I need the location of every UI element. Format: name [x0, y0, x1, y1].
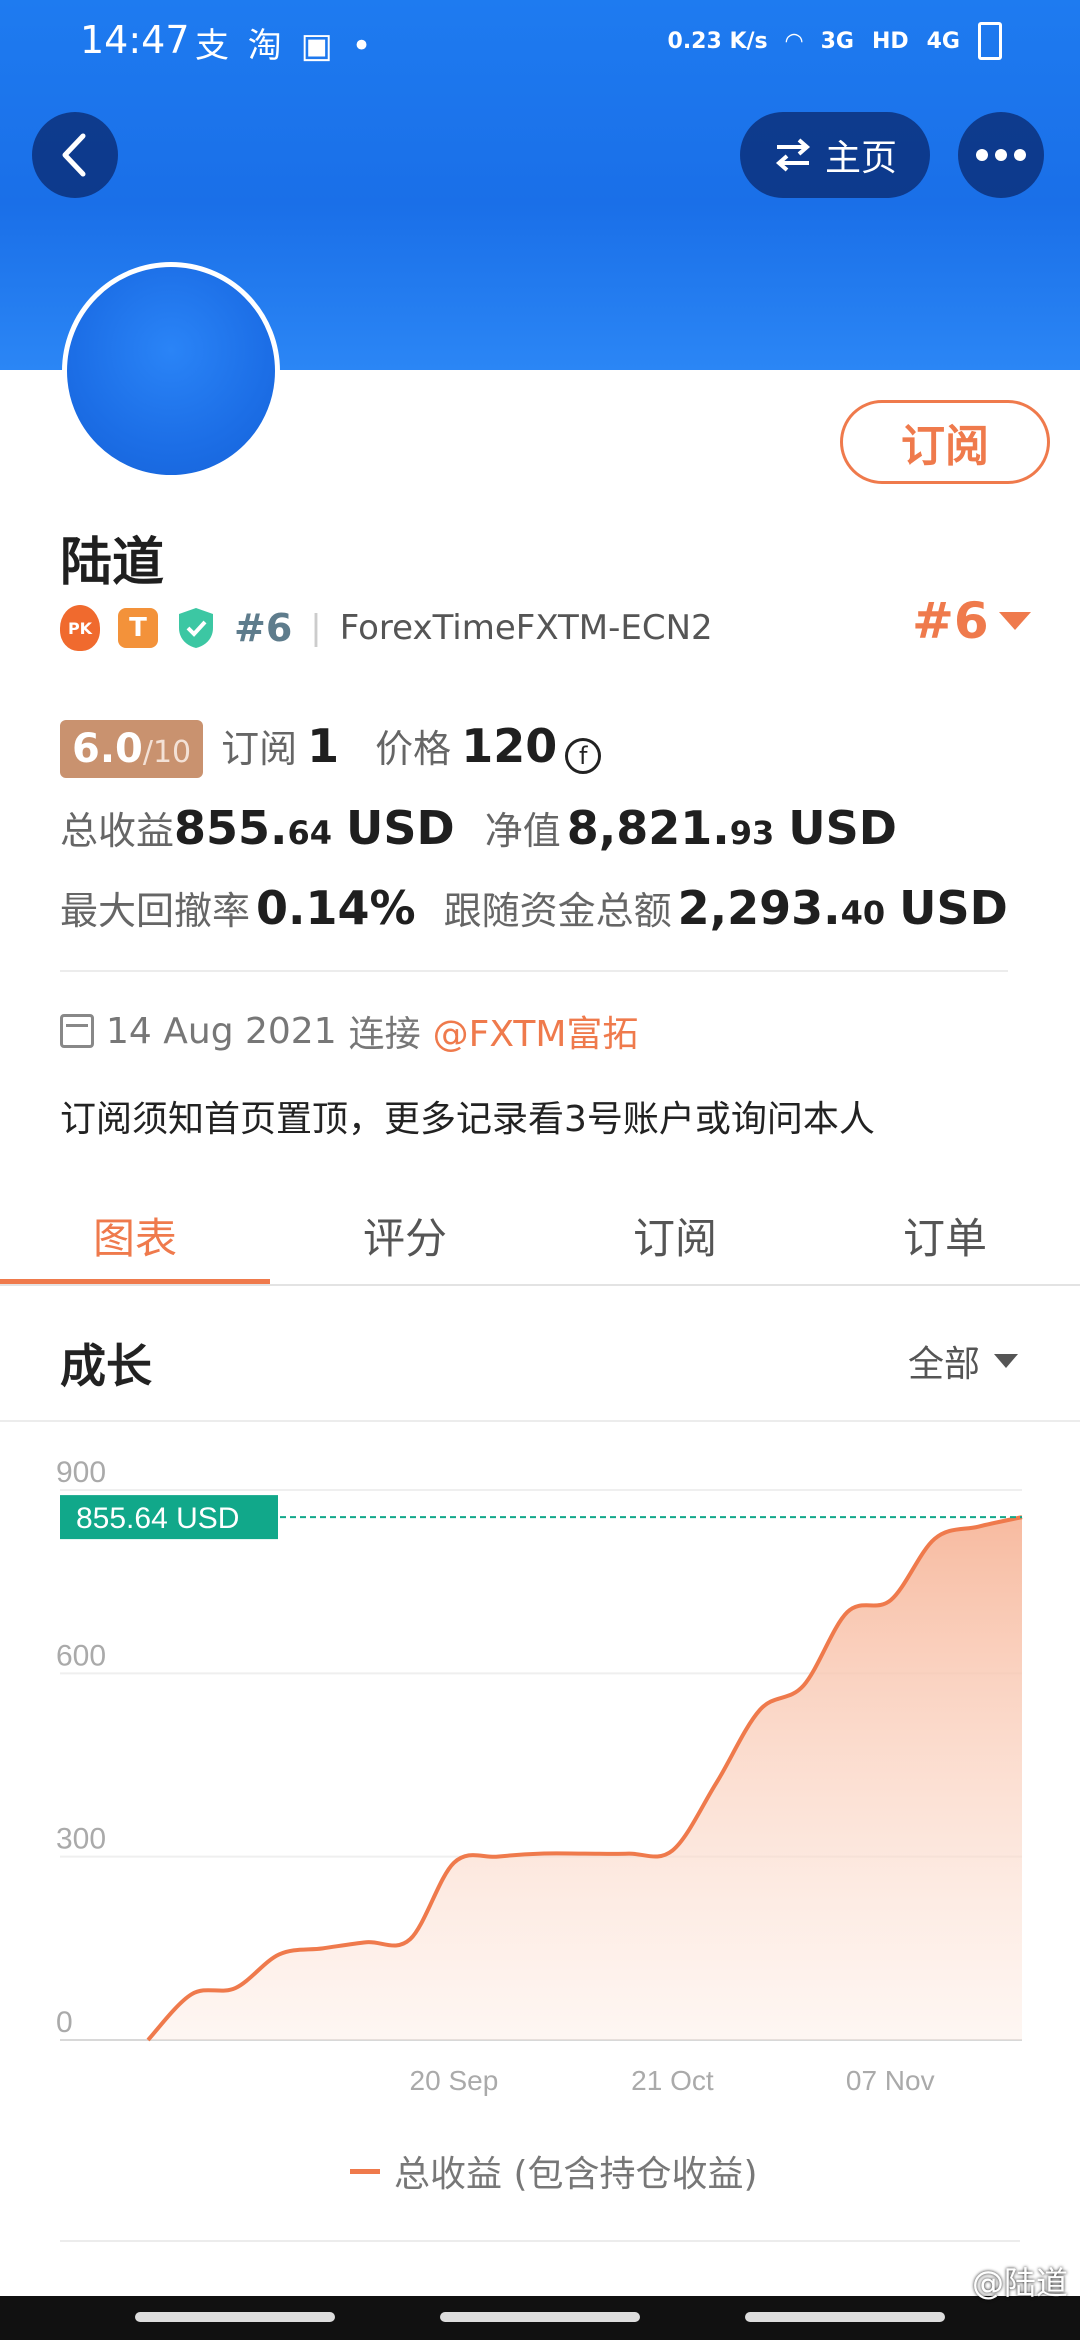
subs-value: 1 [307, 719, 340, 773]
drawdown-value: 0.14% [256, 881, 416, 935]
subscription-notice: 订阅须知首页置顶，更多记录看3号账户或询问本人 [60, 1099, 875, 1140]
x-tick-label: 20 Sep [410, 2065, 499, 2096]
follow-unit: USD [899, 881, 1008, 935]
rank-small: #6 [234, 606, 293, 650]
y-tick-label: 0 [56, 2006, 73, 2039]
network-3g: 3G [820, 28, 854, 54]
score-max: /10 [142, 735, 192, 770]
tab-bar: 图表 评分 订阅 订单 [0, 1185, 1080, 1285]
rank-big: #6 [912, 592, 989, 650]
stats-row-3: 最大回撤率 0.14% 跟随资金总额 2,293. 40 USD [60, 880, 1008, 935]
subs-label: 订阅 [221, 727, 298, 771]
x-tick-label: 07 Nov [846, 2065, 935, 2096]
price-value: 120 [461, 719, 558, 773]
pk-flame-icon[interactable]: PK [60, 605, 100, 651]
connect-text: 连接 [348, 1014, 421, 1055]
total-profit-label: 总收益 [60, 809, 175, 853]
equity-label: 净值 [484, 809, 561, 853]
home-button-label: 主页 [824, 138, 897, 179]
range-select[interactable]: 全部 [908, 1335, 1019, 1387]
status-app-icons: 支 淘 ▣ • [195, 26, 376, 66]
status-bar: 14:47 支 淘 ▣ • 0.23 K/s ◠ 3G HD 4G [0, 0, 1080, 80]
nav-indicator-center[interactable] [440, 2312, 640, 2322]
drawdown-label: 最大回撤率 [60, 889, 251, 933]
calendar-icon [60, 1014, 94, 1048]
separator: | [310, 608, 322, 648]
legend-divider [60, 2240, 1020, 2242]
stats-row-2: 总收益 855. 64 USD 净值 8,821. 93 USD [60, 800, 897, 855]
home-button[interactable]: 主页 [740, 112, 930, 198]
total-profit-dec: 64 [287, 814, 333, 852]
total-profit-int: 855. [174, 801, 288, 855]
equity-dec: 93 [729, 814, 775, 852]
y-tick-label: 300 [56, 1823, 106, 1856]
broker-name: ForexTimeFXTM-ECN2 [339, 608, 713, 648]
tabs-divider [0, 1284, 1080, 1286]
tab-orders[interactable]: 订单 [810, 1185, 1080, 1285]
nav-indicator-right[interactable] [745, 2312, 945, 2322]
battery-icon [978, 22, 1002, 60]
follow-dec: 40 [840, 894, 886, 932]
chart-legend: 总收益 (包含持仓收益) [350, 2145, 758, 2197]
connect-date: 14 Aug 2021 [106, 1010, 337, 1052]
growth-area [148, 1517, 1022, 2040]
more-icon [976, 149, 1026, 161]
rank-dropdown[interactable]: #6 [912, 592, 1031, 650]
equity-int: 8,821. [566, 801, 730, 855]
tab-chart[interactable]: 图表 [0, 1185, 270, 1285]
subscribe-button[interactable]: 订阅 [840, 400, 1050, 484]
network-4g: 4G [926, 28, 960, 54]
wifi-icon: ◠ [785, 28, 803, 54]
divider [60, 970, 1008, 972]
hd-icon: HD [871, 28, 909, 54]
current-value-label: 855.64 USD [76, 1502, 239, 1535]
growth-chart[interactable]: 855.64 USD 0 300 600 900 20 Sep 21 Oct 07 Nov [0, 1440, 1080, 2140]
equity-unit: USD [788, 801, 897, 855]
legend-label: 总收益 (包含持仓收益) [394, 2154, 758, 2195]
tab-rating[interactable]: 评分 [270, 1185, 540, 1285]
back-button[interactable] [32, 112, 118, 198]
network-speed: 0.23 K/s [667, 28, 768, 54]
legend-swatch [350, 2168, 380, 2174]
section-divider [0, 1420, 1080, 1422]
caret-down-icon [998, 612, 1031, 630]
broker-link[interactable]: @FXTM富拓 [433, 1005, 639, 1057]
shield-check-icon[interactable] [176, 606, 216, 650]
section-title: 成长 [60, 1339, 152, 1393]
score-value: 6.0 [72, 726, 143, 772]
user-name: 陆道 [60, 533, 165, 593]
total-profit-unit: USD [346, 801, 455, 855]
status-indicators: 0.23 K/s ◠ 3G HD 4G [668, 22, 1002, 60]
x-tick-label: 21 Oct [631, 2065, 714, 2096]
caret-down-icon [994, 1354, 1019, 1368]
tab-subscribe[interactable]: 订阅 [540, 1185, 810, 1285]
range-label: 全部 [908, 1344, 981, 1385]
y-tick-label: 900 [56, 1456, 106, 1489]
t-badge-icon[interactable]: T [118, 608, 158, 648]
stats-row-1: 6.0/10 订阅 1 价格 120 f [60, 718, 602, 778]
follow-label: 跟随资金总额 [443, 889, 672, 933]
nav-indicator-left[interactable] [135, 2312, 335, 2322]
y-tick-label: 600 [56, 1639, 106, 1672]
chevron-left-icon [62, 133, 86, 177]
swap-icon [775, 138, 811, 172]
more-button[interactable] [958, 112, 1044, 198]
coin-icon: f [565, 738, 602, 774]
status-time: 14:47 [80, 18, 190, 62]
score-badge: 6.0/10 [60, 720, 204, 778]
follow-int: 2,293. [677, 881, 841, 935]
watermark: @陆道 [971, 2264, 1068, 2302]
connection-row: 14 Aug 2021 连接 @FXTM富拓 [60, 1005, 638, 1057]
price-label: 价格 [375, 727, 452, 771]
badge-row: PK T #6 | ForexTimeFXTM-ECN2 [60, 600, 713, 656]
avatar[interactable] [62, 262, 280, 480]
